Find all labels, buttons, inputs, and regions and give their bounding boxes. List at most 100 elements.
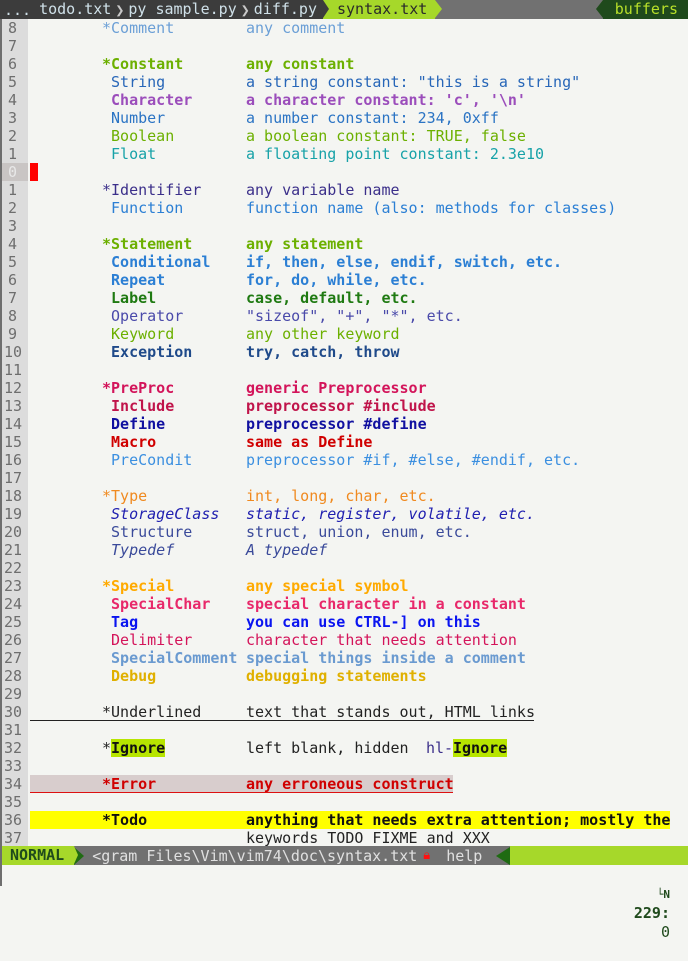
editor-line[interactable]: 37 keywords TODO FIXME and XXX — [2, 829, 688, 847]
editor-line[interactable]: 24 SpecialChar special character in a con… — [2, 595, 688, 613]
group-name: *Constant — [102, 55, 184, 73]
editor-line[interactable]: 27 SpecialComment special things inside a… — [2, 649, 688, 667]
group-name: * — [102, 739, 112, 757]
hidden-tabs-indicator[interactable]: ... — [4, 1, 31, 19]
editor-line[interactable]: 17 — [2, 469, 688, 487]
editor-line[interactable]: 1 *Identifier any variable name — [2, 181, 688, 199]
editor-line[interactable]: 18 *Type int, long, char, etc. — [2, 487, 688, 505]
line-number: 5 — [2, 73, 28, 91]
editor-line[interactable]: 3 Number a number constant: 234, 0xff — [2, 109, 688, 127]
tab-bar-left: ... todo.txt ❯ py sample.py ❯ diff.py — [0, 0, 323, 19]
editor-line[interactable]: 21 Typedef A typedef — [2, 541, 688, 559]
editor-line[interactable]: 36 *Todo anything that needs extra attenti… — [2, 811, 688, 829]
group-name: Function — [102, 199, 184, 217]
editor-line[interactable]: 10 Exception try, catch, throw — [2, 343, 688, 361]
editor-line[interactable]: 2 Boolean a boolean constant: TRUE, false — [2, 127, 688, 145]
editor-line[interactable]: 3 — [2, 217, 688, 235]
group-description: anything that needs extra attention; mos… — [246, 811, 671, 829]
group-description: same as Define — [246, 433, 373, 451]
editor-line[interactable]: 15 Macro same as Define — [2, 433, 688, 451]
line-number: 36 — [2, 811, 28, 829]
line-number: 32 — [2, 739, 28, 757]
editor-line[interactable]: 4 *Statement any statement — [2, 235, 688, 253]
editor-line[interactable]: 33 — [2, 757, 688, 775]
editor-line[interactable]: 1 Float a floating point constant: 2.3e10 — [2, 145, 688, 163]
line-number: 23 — [2, 577, 28, 595]
help-link[interactable]: hl- — [426, 739, 453, 757]
editor-line[interactable]: 13 Include preprocessor #include — [2, 397, 688, 415]
editor-line[interactable]: 5 String a string constant: "this is a st… — [2, 73, 688, 91]
line-number: 6 — [2, 55, 28, 73]
line-number: 26 — [2, 631, 28, 649]
editor-line[interactable]: 6 *Constant any constant — [2, 55, 688, 73]
line-number: 12 — [2, 379, 28, 397]
editor-line[interactable]: 35 — [2, 793, 688, 811]
line-number: 3 — [2, 109, 28, 127]
tab-diff-py[interactable]: diff.py — [254, 0, 317, 19]
tab-syntax-txt[interactable]: syntax.txt — [323, 0, 443, 19]
line-number: 16 — [2, 451, 28, 469]
group-description: any other keyword — [246, 325, 400, 343]
group-description: try, catch, throw — [246, 343, 400, 361]
editor-line[interactable]: 29 — [2, 685, 688, 703]
position-info: 4% └N 229: 0 — [510, 846, 688, 941]
group-name: Tag — [102, 613, 139, 631]
editor-line[interactable]: 8 *Comment any comment — [2, 19, 688, 37]
editor-line[interactable]: 4 Character a character constant: 'c', '\… — [2, 91, 688, 109]
editor-line[interactable]: 30 *Underlined text that stands out, HTML … — [2, 703, 688, 721]
tab-bar: ... todo.txt ❯ py sample.py ❯ diff.py sy… — [0, 0, 688, 19]
line-number: 24 — [2, 595, 28, 613]
group-name: Character — [102, 91, 193, 109]
line-number: 27 — [2, 649, 28, 667]
line-number: 7 — [2, 37, 28, 55]
group-name: Keyword — [102, 325, 175, 343]
editor-line[interactable]: 14 Define preprocessor #define — [2, 415, 688, 433]
editor-line[interactable]: 32 * Ignore left blank, hidden hl- Ignore — [2, 739, 688, 757]
command-line[interactable] — [2, 865, 688, 886]
editor-line[interactable]: 9 Keyword any other keyword — [2, 325, 688, 343]
group-name: *Statement — [102, 235, 193, 253]
group-name: Conditional — [102, 253, 211, 271]
group-description: text that stands out, HTML links — [246, 703, 535, 721]
group-description: "sizeof", "+", "*", etc. — [246, 307, 463, 325]
column-number: 0 — [660, 923, 670, 941]
tab-sample-py[interactable]: py sample.py — [128, 0, 236, 19]
editor-line[interactable]: 19 StorageClass static, register, volatil… — [2, 505, 688, 523]
editor-line[interactable]: 25 Tag you can use CTRL-] on this — [2, 613, 688, 631]
editor-line[interactable]: 2 Function function name (also: methods f… — [2, 199, 688, 217]
group-name: *Todo — [102, 811, 148, 829]
buffers-indicator[interactable]: buffers — [595, 0, 688, 19]
group-name: Label — [102, 289, 157, 307]
group-name: *Error — [102, 775, 157, 793]
editor-line[interactable]: 0 — [2, 163, 688, 181]
tab-todo-txt[interactable]: todo.txt — [39, 0, 111, 19]
group-name: *Comment — [102, 19, 175, 37]
line-number: 30 — [2, 703, 28, 721]
group-description: A typedef — [246, 541, 328, 559]
ignore-highlight: Ignore — [453, 739, 508, 757]
editor-line[interactable]: 31 — [2, 721, 688, 739]
editor-line[interactable]: 16 PreCondit preprocessor #if, #else, #en… — [2, 451, 688, 469]
editor-line[interactable]: 11 — [2, 361, 688, 379]
group-description: for, do, while, etc. — [246, 271, 427, 289]
mode-indicator: NORMAL — [2, 846, 75, 865]
line-number: 21 — [2, 541, 28, 559]
group-description: static, register, volatile, etc. — [246, 505, 535, 523]
editor-line[interactable]: 5 Conditional if, then, else, endif, swit… — [2, 253, 688, 271]
editor-line[interactable]: 6 Repeat for, do, while, etc. — [2, 271, 688, 289]
editor-line[interactable]: 8 Operator "sizeof", "+", "*", etc. — [2, 307, 688, 325]
editor-pane[interactable]: 8 *Comment any comment 7 6 *Constant any const… — [2, 19, 688, 847]
line-number: 29 — [2, 685, 28, 703]
editor-line[interactable]: 22 — [2, 559, 688, 577]
editor-line[interactable]: 7 — [2, 37, 688, 55]
editor-line[interactable]: 23 *Special any special symbol — [2, 577, 688, 595]
editor-line[interactable]: 34 *Error any erroneous construct — [2, 775, 688, 793]
tab-separator-icon: ❯ — [240, 0, 250, 19]
editor-line[interactable]: 28 Debug debugging statements — [2, 667, 688, 685]
editor-line[interactable]: 26 Delimiter character that needs attenti… — [2, 631, 688, 649]
group-description: a string constant: "this is a string" — [246, 73, 581, 91]
group-description: any erroneous construct — [246, 775, 454, 793]
editor-line[interactable]: 7 Label case, default, etc. — [2, 289, 688, 307]
editor-line[interactable]: 20 Structure struct, union, enum, etc. — [2, 523, 688, 541]
editor-line[interactable]: 12 *PreProc generic Preprocessor — [2, 379, 688, 397]
